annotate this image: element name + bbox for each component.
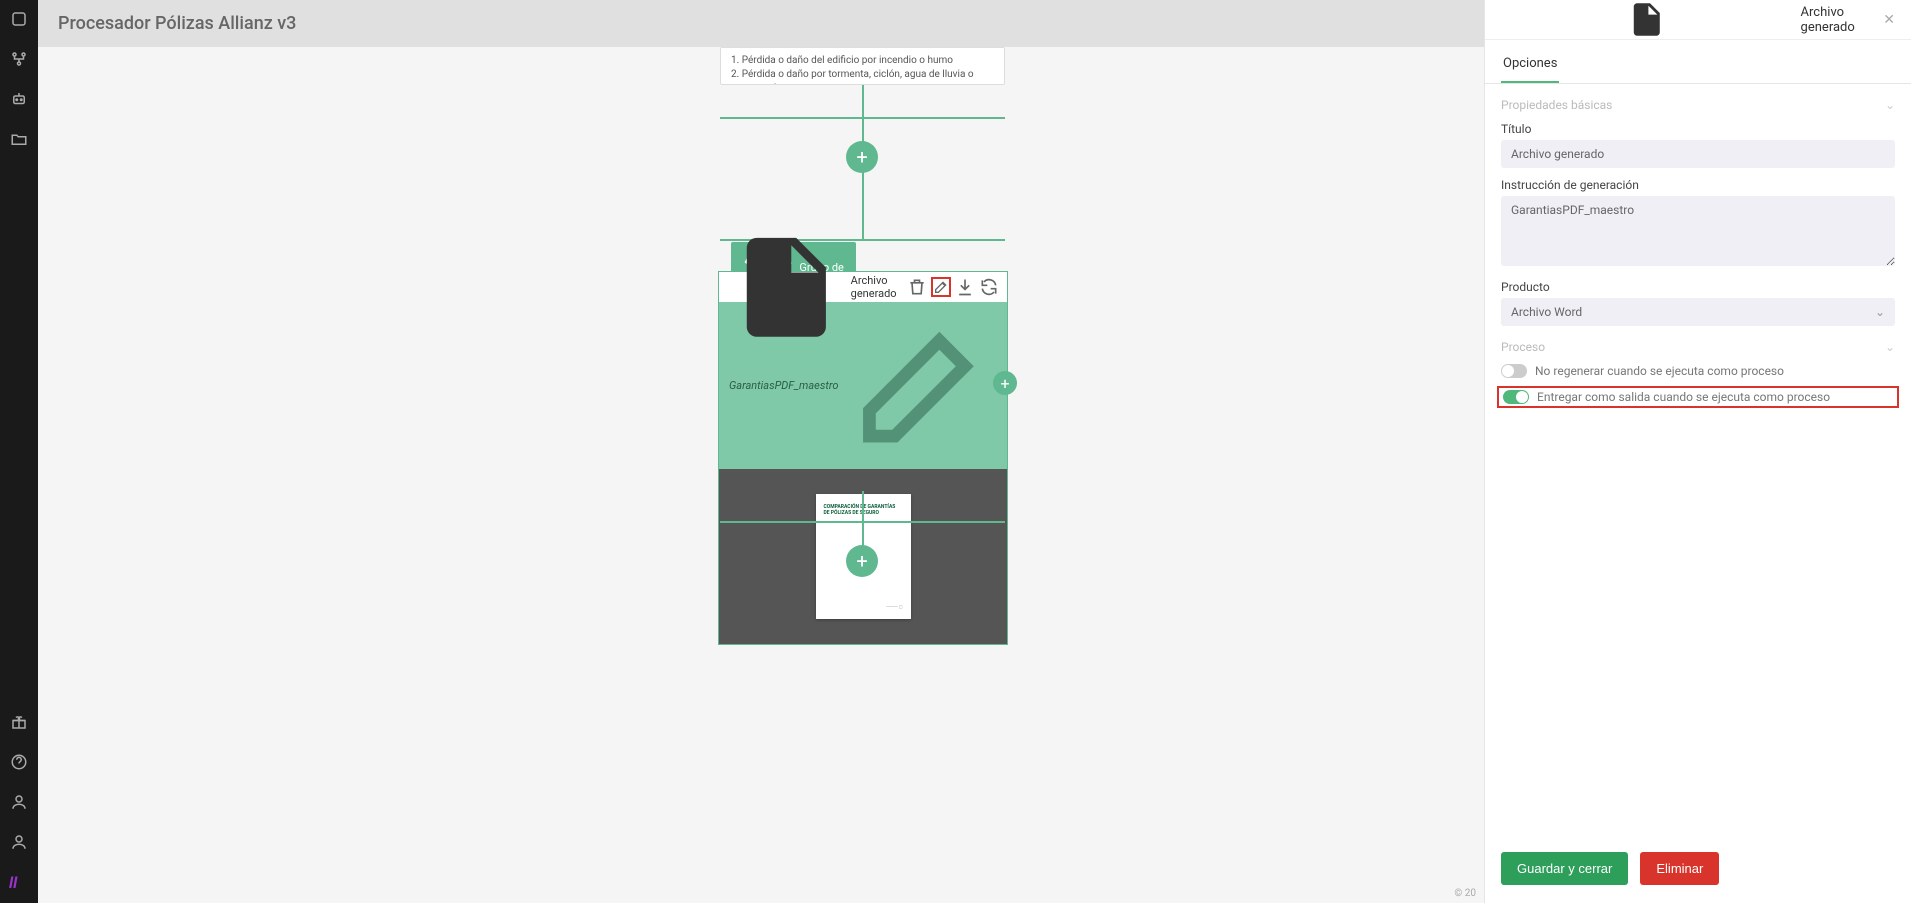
node-header: Archivo generado — [719, 272, 1007, 302]
home-icon[interactable] — [10, 10, 28, 28]
save-button[interactable]: Guardar y cerrar — [1501, 852, 1628, 885]
node-title: Archivo generado — [851, 274, 907, 300]
bot-icon[interactable] — [10, 90, 28, 108]
help-icon[interactable] — [10, 753, 28, 771]
toggle-noregen-row: No regenerar cuando se ejecuta como proc… — [1501, 364, 1895, 378]
copyright: © 20 — [1454, 888, 1476, 899]
properties-panel: Archivo generado ✕ Opciones Propiedades … — [1484, 0, 1911, 903]
prev-node-line1: 1. Pérdida o daño del edificio por incen… — [731, 54, 994, 68]
panel-footer: Guardar y cerrar Eliminar — [1485, 838, 1911, 903]
toggle-output-row: Entregar como salida cuando se ejecuta c… — [1497, 386, 1899, 408]
tab-options[interactable]: Opciones — [1501, 46, 1559, 83]
product-label: Producto — [1501, 280, 1895, 294]
toggle-output-label: Entregar como salida cuando se ejecuta c… — [1537, 390, 1830, 404]
prev-node-card[interactable]: 1. Pérdida o daño del edificio por incen… — [720, 47, 1005, 85]
add-node-button[interactable]: + — [846, 141, 878, 173]
user2-icon[interactable] — [10, 833, 28, 851]
title-label: Título — [1501, 122, 1895, 136]
connector-line — [862, 85, 864, 119]
panel-tabs: Opciones — [1485, 40, 1911, 84]
panel-header: Archivo generado ✕ — [1485, 0, 1911, 40]
trash-icon[interactable] — [907, 277, 927, 297]
delete-button[interactable]: Eliminar — [1640, 852, 1719, 885]
gift-icon[interactable] — [10, 713, 28, 731]
title-input[interactable] — [1501, 140, 1895, 168]
toggle-noregen-label: No regenerar cuando se ejecuta como proc… — [1535, 364, 1784, 378]
panel-title: Archivo generado — [1801, 5, 1876, 35]
left-rail: ll — [0, 0, 38, 903]
file-icon — [1501, 0, 1793, 39]
refresh-icon[interactable] — [979, 277, 999, 297]
prev-node-line2: 2. Pérdida o daño por tormenta, ciclón, … — [731, 68, 994, 85]
folder-icon[interactable] — [10, 130, 28, 148]
download-icon[interactable] — [955, 277, 975, 297]
toggle-output[interactable] — [1503, 390, 1529, 404]
instruction-textarea[interactable] — [1501, 196, 1895, 266]
section-basic[interactable]: Propiedades básicas — [1501, 98, 1895, 112]
connector-line — [862, 119, 864, 239]
user-icon[interactable] — [10, 793, 28, 811]
panel-body: Propiedades básicas Título Instrucción d… — [1485, 84, 1911, 838]
file-icon — [727, 228, 846, 347]
toggle-noregen[interactable] — [1501, 364, 1527, 378]
connector-hline — [720, 521, 1005, 523]
close-icon[interactable]: ✕ — [1883, 12, 1895, 28]
node-subtitle: GarantiasPDF_maestro — [729, 379, 838, 392]
brand-logo: ll — [9, 873, 29, 893]
section-process[interactable]: Proceso — [1501, 340, 1895, 354]
edit-icon[interactable] — [931, 277, 951, 297]
pencil-icon[interactable] — [844, 309, 997, 462]
add-node-button[interactable]: + — [846, 545, 878, 577]
product-select[interactable]: Archivo Word — [1501, 298, 1895, 326]
flow-icon[interactable] — [10, 50, 28, 68]
instruction-label: Instrucción de generación — [1501, 178, 1895, 192]
page-title: Procesador Pólizas Allianz v3 — [58, 13, 296, 34]
generated-file-node[interactable]: Archivo generado GarantiasPDF_maestro CO… — [718, 271, 1008, 645]
add-side-button[interactable]: + — [993, 371, 1017, 395]
